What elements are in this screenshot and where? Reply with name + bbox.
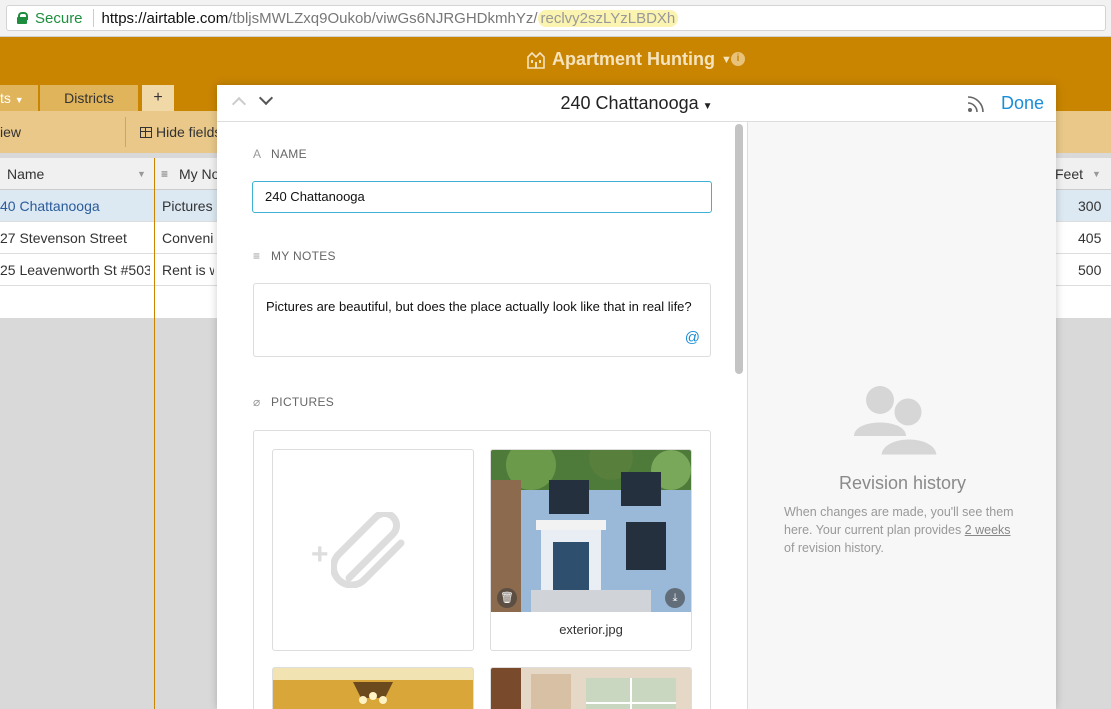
record-fields-pane: A NAME 240 Chattanooga ≡ MY NOTES Pictur… <box>217 122 747 709</box>
interior-photo <box>273 668 473 709</box>
attachment-filename: exterior.jpg <box>559 622 623 637</box>
text-field-icon: A <box>253 147 262 161</box>
cell-name[interactable]: 40 Chattanooga <box>0 190 150 222</box>
hide-fields-label: Hide fields <box>156 124 222 140</box>
plus-icon: + <box>311 538 329 571</box>
long-text-icon: ≡ <box>253 249 261 263</box>
cell-notes[interactable]: Rent is wa <box>162 254 214 286</box>
app-header: Apartment Hunting ▼ i <box>0 37 1111 87</box>
field-label-pictures: ⌀ PICTURES <box>253 395 334 409</box>
grid-icon <box>140 126 152 138</box>
cell-notes[interactable]: Pictures a <box>162 190 214 222</box>
url-base: https://airtable.com <box>101 9 229 27</box>
done-button[interactable]: Done <box>1001 93 1044 114</box>
url-field[interactable]: Secure https://airtable.com/tbljsMWLZxq9… <box>6 5 1106 31</box>
cell-notes[interactable]: Convenie <box>162 222 214 254</box>
hide-fields-button[interactable]: Hide fields <box>140 124 221 140</box>
field-label-notes: ≡ MY NOTES <box>253 249 336 263</box>
expanded-record-dialog: 240 Chattanooga ▼ Done A NAME 240 Chattan… <box>217 85 1056 709</box>
url-divider <box>92 9 94 27</box>
base-name: Apartment Hunting <box>552 49 715 69</box>
url-path: /tbljsMWLZxq9Oukob/viwGs6NJRGHDkmhYz/ <box>228 9 538 27</box>
mention-icon[interactable]: @ <box>685 329 700 346</box>
download-icon[interactable]: ⤓ <box>665 588 685 608</box>
revision-history-description: When changes are made, you'll see them h… <box>784 503 1024 557</box>
building-icon <box>527 51 545 69</box>
column-label: Feet <box>1055 166 1084 182</box>
notes-text: Pictures are beautiful, but does the pla… <box>266 299 692 314</box>
revision-history-pane: Revision history When changes are made, … <box>747 122 1056 709</box>
record-title-text: 240 Chattanooga <box>560 93 699 113</box>
users-icon <box>854 386 940 456</box>
add-attachment-button[interactable]: + <box>272 449 474 651</box>
attachment-icon: ⌀ <box>253 395 261 409</box>
cell-feet[interactable]: 405 <box>1078 222 1101 254</box>
chevron-down-icon: ▼ <box>137 169 146 179</box>
base-title-button[interactable]: Apartment Hunting ▼ <box>526 49 732 70</box>
column-header-feet[interactable]: Feet ▼ <box>1055 158 1111 190</box>
revision-history-title: Revision history <box>838 473 967 493</box>
cell-feet[interactable]: 300 <box>1078 190 1101 222</box>
cell-name[interactable]: 25 Leavenworth St #503 <box>0 254 150 286</box>
feed-icon[interactable] <box>967 95 985 113</box>
frozen-column-divider <box>154 158 155 709</box>
exterior-photo <box>491 450 691 612</box>
toolbar-divider <box>125 117 126 147</box>
attachment-thumbnail[interactable] <box>490 667 692 709</box>
long-text-icon: ≡ <box>161 167 169 181</box>
tab-label: ts <box>0 90 11 106</box>
pictures-field: + 🗑 ⤓ exterior.jpg <box>253 430 711 709</box>
field-label-text: PICTURES <box>271 395 335 409</box>
chevron-down-icon: ▼ <box>702 101 713 112</box>
revision-plan-link[interactable]: 2 weeks <box>965 523 1011 537</box>
trash-icon[interactable]: 🗑 <box>497 588 517 608</box>
browser-address-bar: Secure https://airtable.com/tbljsMWLZxq9… <box>0 0 1111 37</box>
paperclip-icon <box>331 512 405 588</box>
lock-icon <box>17 12 28 24</box>
name-field[interactable]: 240 Chattanooga <box>252 181 712 213</box>
column-label: Name <box>7 166 45 182</box>
dialog-header: 240 Chattanooga ▼ Done <box>217 85 1056 122</box>
tab-districts[interactable]: Districts <box>40 85 138 111</box>
record-title[interactable]: 240 Chattanooga ▼ <box>217 93 1056 114</box>
add-table-button[interactable]: + <box>142 85 174 111</box>
scrollbar[interactable] <box>735 124 743 374</box>
chevron-down-icon: ▼ <box>1092 169 1101 179</box>
secure-label: Secure <box>35 9 83 27</box>
attachment-thumbnail[interactable]: 🗑 ⤓ exterior.jpg <box>490 449 692 651</box>
field-label-name: A NAME <box>253 147 307 161</box>
field-label-text: MY NOTES <box>271 249 336 263</box>
revision-text: of revision history. <box>784 541 884 555</box>
info-icon[interactable]: i <box>731 52 745 66</box>
column-label: My No <box>179 166 220 182</box>
chevron-down-icon: ▼ <box>14 95 24 105</box>
url-record-id: reclvy2szLYzLBDXh <box>537 9 679 27</box>
cell-name[interactable]: 27 Stevenson Street <box>0 222 150 254</box>
attachment-thumbnail[interactable] <box>272 667 474 709</box>
tab-active-table[interactable]: ts ▼ <box>0 85 38 111</box>
field-label-text: NAME <box>271 147 307 161</box>
window-photo <box>491 668 691 709</box>
column-header-name[interactable]: Name ▼ <box>0 158 154 190</box>
cell-feet[interactable]: 500 <box>1078 254 1101 286</box>
notes-field[interactable]: Pictures are beautiful, but does the pla… <box>253 283 711 357</box>
view-switcher[interactable]: iew <box>0 124 21 140</box>
